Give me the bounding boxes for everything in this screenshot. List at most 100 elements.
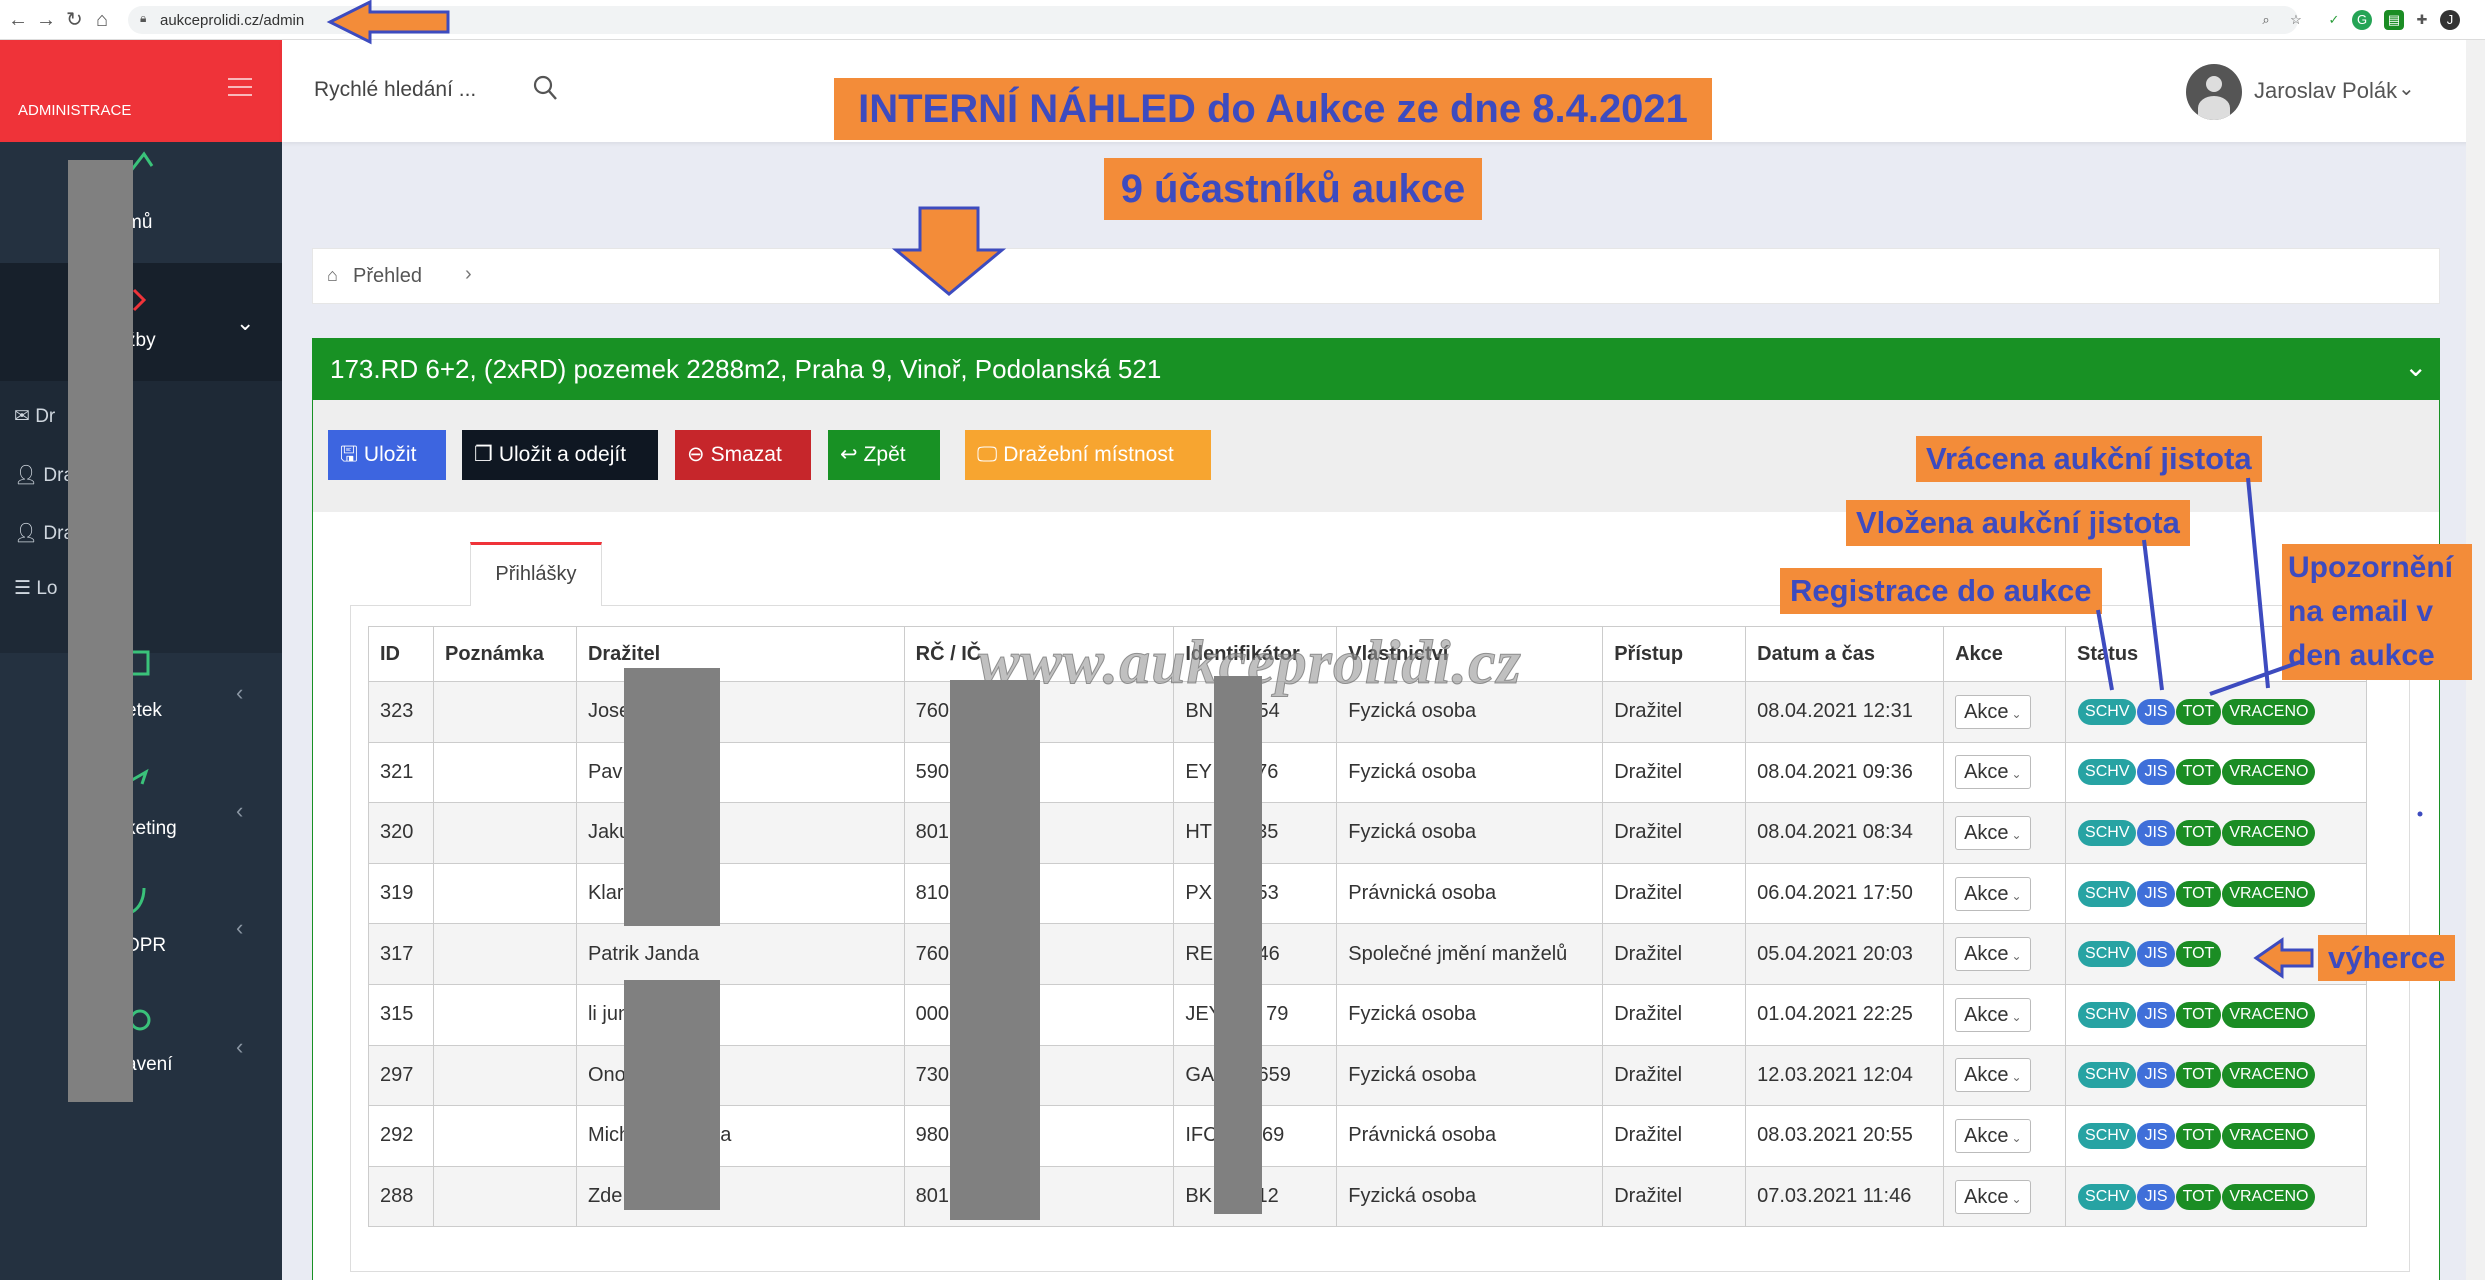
cell-datetime: 08.04.2021 08:34 (1745, 802, 1945, 864)
action-select[interactable]: Akce ⌄ (1955, 1058, 2032, 1093)
cell-status: SCHV JIS TOT VRACENO (2065, 1105, 2367, 1167)
cell-action: Akce ⌄ (1943, 1165, 2067, 1228)
col-header-datetime[interactable]: Datum a čas (1745, 626, 1945, 682)
cell-datetime: 08.03.2021 20:55 (1745, 1105, 1945, 1167)
action-select-label: Akce (1964, 1064, 2009, 1087)
status-badge-jis: JIS (2137, 1183, 2175, 1210)
forward-arrow-icon[interactable]: → (36, 8, 56, 32)
home-icon[interactable]: ⌂ (96, 8, 108, 32)
annotation-email-line: den aukce (2288, 639, 2435, 672)
status-badge-tot: TOT (2175, 759, 2222, 786)
cell-datetime: 05.04.2021 20:03 (1745, 923, 1945, 985)
breadcrumb-item[interactable]: Přehled (353, 265, 422, 288)
col-header-id[interactable]: ID (368, 626, 434, 682)
save-button[interactable]: 🖫︎ Uložit (328, 430, 446, 480)
extension-sheet-icon[interactable]: ▤ (2384, 10, 2404, 30)
cell-action: Akce ⌄ (1943, 1044, 2067, 1107)
col-header-note[interactable]: Poznámka (432, 626, 577, 682)
action-select[interactable]: Akce ⌄ (1955, 1118, 2032, 1153)
star-icon[interactable]: ☆ (2286, 10, 2306, 30)
cell-datetime: 07.03.2021 11:46 (1745, 1165, 1945, 1228)
extension-check-icon[interactable]: ✓ (2324, 10, 2344, 30)
status-badge-tot: TOT (2175, 880, 2222, 907)
extension-g-icon[interactable]: G (2352, 10, 2372, 30)
status-badge-tot: TOT (2175, 1122, 2222, 1149)
action-select[interactable]: Akce ⌄ (1955, 937, 2032, 972)
avatar[interactable] (2186, 64, 2242, 120)
save-exit-button[interactable]: ❐ Uložit a odejít (462, 430, 658, 480)
address-bar[interactable] (128, 6, 2298, 34)
status-badge-schv: SCHV (2078, 1001, 2137, 1028)
cell-ownership: Společné jmění manželů (1336, 923, 1604, 985)
redaction-box (950, 680, 1040, 1220)
monitor-icon: 🖵︎ (977, 443, 998, 466)
cell-note (432, 802, 577, 864)
status-badge-vraceno: VRACENO (2222, 698, 2316, 725)
auction-card-header[interactable]: 173.RD 6+2, (2xRD) pozemek 2288m2, Praha… (312, 338, 2440, 400)
quick-search-input[interactable]: Rychlé hledání ... (314, 78, 476, 102)
cell-status: SCHV JIS TOT VRACENO (2065, 862, 2367, 925)
status-badge-vraceno: VRACENO (2222, 880, 2316, 907)
back-button-label: Zpět (863, 443, 906, 466)
redaction-box (624, 980, 720, 1210)
cell-action: Akce ⌄ (1943, 681, 2067, 743)
chevron-down-icon: ⌄ (2011, 827, 2022, 842)
cell-action: Akce ⌄ (1943, 923, 2067, 985)
annotation-email-line: na email v (2288, 595, 2434, 628)
action-select[interactable]: Akce ⌄ (1955, 815, 2032, 850)
reload-icon[interactable]: ↻ (66, 8, 83, 32)
cell-action: Akce ⌄ (1943, 983, 2067, 1046)
status-badge-jis: JIS (2137, 880, 2175, 907)
delete-button[interactable]: ⊖ Smazat (675, 430, 811, 480)
cell-id: 323 (368, 681, 434, 743)
cell-access: Dražitel (1602, 1165, 1747, 1228)
chevron-down-icon[interactable]: ⌄ (2404, 350, 2427, 383)
tab-applications[interactable]: Přihlášky (470, 542, 602, 606)
status-badge-jis: JIS (2137, 698, 2175, 725)
cell-ownership: Fyzická osoba (1336, 983, 1604, 1046)
chevron-down-icon[interactable]: ⌄ (2398, 76, 2415, 101)
sidebar-icons (128, 151, 154, 1031)
cell-ownership: Fyzická osoba (1336, 1165, 1604, 1228)
back-button[interactable]: ↩ Zpět (828, 430, 940, 480)
delete-button-label: Smazat (710, 443, 782, 466)
status-badge-schv: SCHV (2078, 759, 2137, 786)
col-header-action[interactable]: Akce (1943, 626, 2067, 682)
action-select-label: Akce (1964, 1003, 2009, 1026)
save-button-label: Uložit (363, 443, 417, 466)
zoom-icon[interactable]: ⌕ (2256, 10, 2276, 30)
action-select[interactable]: Akce ⌄ (1955, 997, 2032, 1032)
action-select-label: Akce (1964, 1185, 2009, 1208)
status-badge-vraceno: VRACENO (2222, 1062, 2316, 1089)
annotation-winner: výherce (2318, 935, 2456, 981)
chevron-right-icon: › (465, 263, 472, 285)
status-badge-vraceno: VRACENO (2222, 1001, 2316, 1028)
action-select[interactable]: Akce ⌄ (1955, 755, 2032, 790)
action-select[interactable]: Akce ⌄ (1955, 876, 2032, 911)
cell-access: Dražitel (1602, 983, 1747, 1046)
breadcrumb: ⌂ Přehled › (312, 248, 2440, 304)
user-name[interactable]: Jaroslav Polák (2254, 78, 2397, 104)
auction-room-button[interactable]: 🖵︎ Dražební místnost (965, 430, 1211, 480)
back-arrow-icon[interactable]: ← (8, 8, 28, 32)
cell-ownership: Fyzická osoba (1336, 802, 1604, 864)
cell-id: 292 (368, 1105, 434, 1167)
cell-status: SCHV JIS TOT VRACENO (2065, 802, 2367, 864)
col-header-access[interactable]: Přístup (1602, 626, 1747, 682)
table-row[interactable]: 317 Patrik Janda 760 RE 46 Společné jmění ma… (368, 923, 2367, 985)
action-select[interactable]: Akce ⌄ (1955, 1179, 2032, 1214)
browser-toolbar: ← → ↻ ⌂ 🔒︎ aukceprolidi.cz/admin ⌕ ☆ ✓ G… (0, 0, 2485, 40)
url-text[interactable]: aukceprolidi.cz/admin (160, 12, 304, 29)
profile-avatar-icon[interactable]: J (2440, 10, 2460, 30)
home-icon[interactable]: ⌂ (327, 265, 338, 286)
annotation-registration: Registrace do aukce (1780, 568, 2102, 614)
cell-bidder: Patrik Janda (575, 923, 905, 985)
search-icon[interactable] (532, 74, 558, 102)
cell-status: SCHV JIS TOT VRACENO (2065, 681, 2367, 743)
action-select[interactable]: Akce ⌄ (1955, 694, 2032, 729)
status-badge-tot: TOT (2175, 698, 2222, 725)
redaction-box (624, 668, 720, 926)
auction-title: 173.RD 6+2, (2xRD) pozemek 2288m2, Praha… (330, 354, 1162, 384)
status-badge-jis: JIS (2137, 759, 2175, 786)
puzzle-icon[interactable]: ✚ (2412, 10, 2432, 30)
